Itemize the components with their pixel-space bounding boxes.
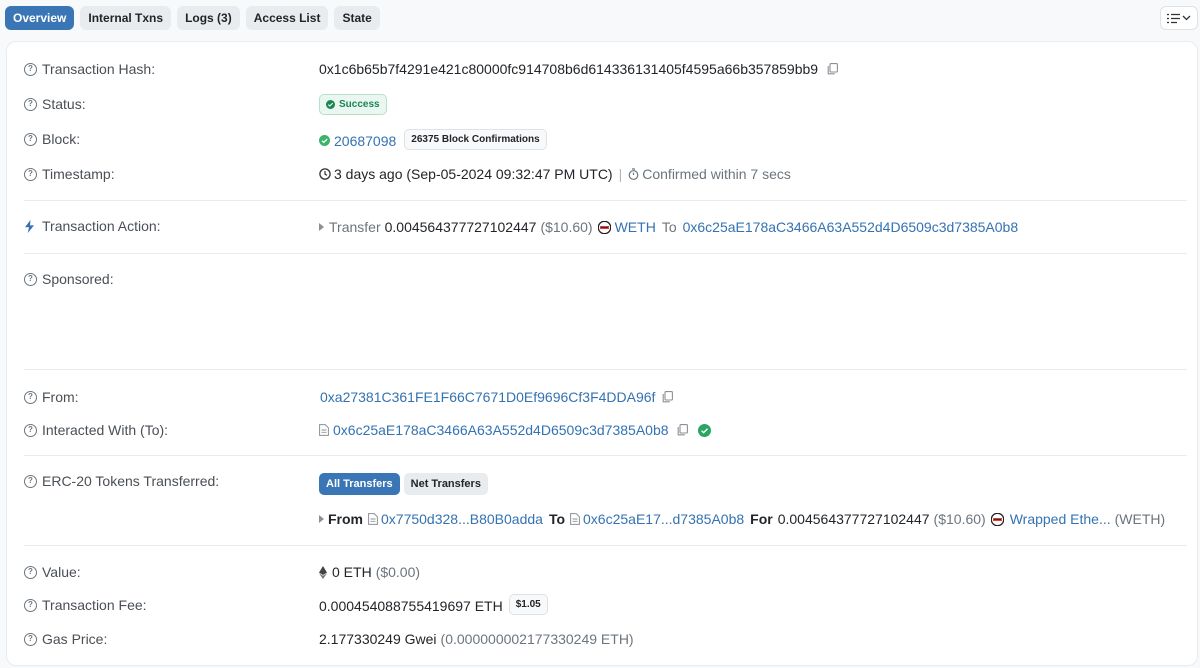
interacted-address-link[interactable]: 0x6c25aE178aC3466A63A552d4D6509c3d7385A0… (333, 422, 669, 438)
gas-amount: 2.177330249 Gwei (319, 631, 437, 647)
list-settings-icon (1167, 13, 1180, 24)
tab-logs[interactable]: Logs (3) (177, 6, 240, 30)
confirmed-within-text: Confirmed within 7 secs (642, 166, 791, 182)
status-text: Success (339, 99, 380, 110)
from-address-link[interactable]: 0xa27381C361FE1F66C7671D0Ef9696Cf3F4DDA9… (320, 389, 655, 405)
tab-net-transfers[interactable]: Net Transfers (403, 473, 488, 495)
divider (24, 200, 1187, 201)
block-number-link[interactable]: 20687098 (334, 133, 396, 149)
action-usd: ($10.60) (540, 219, 593, 235)
tx-hash-value: 0x1c6b65b7f4291e421c80000fc914708b6d6143… (319, 61, 819, 77)
erc20-from-address-link[interactable]: 0x7750d328...B80B0adda (381, 511, 543, 527)
tab-internal-txns[interactable]: Internal Txns (80, 6, 172, 30)
status-badge: Success (319, 94, 387, 115)
divider (24, 369, 1187, 370)
contract-file-icon (319, 424, 329, 436)
gas-label: Gas Price: (42, 631, 108, 647)
help-icon[interactable]: ? (24, 167, 37, 181)
divider (24, 455, 1187, 456)
weth-token-icon (990, 512, 1004, 526)
help-icon[interactable]: ? (24, 62, 37, 76)
block-label: Block: (42, 131, 81, 147)
fee-label: Transaction Fee: (42, 597, 147, 613)
tx-hash-label: Transaction Hash: (42, 61, 156, 77)
erc20-usd: ($10.60) (933, 511, 986, 527)
tab-state[interactable]: State (334, 6, 380, 30)
tab-bar: Overview Internal Txns Logs (3) Access L… (5, 6, 380, 30)
timestamp-label: Timestamp: (42, 166, 115, 182)
timestamp-divider: | (618, 166, 623, 182)
clock-icon (319, 168, 331, 180)
erc20-token-link[interactable]: Wrapped Ethe... (1010, 511, 1111, 527)
help-icon[interactable]: ? (24, 565, 37, 579)
contract-file-icon (570, 513, 580, 525)
stopwatch-icon (628, 168, 639, 180)
divider (24, 545, 1187, 546)
copy-icon[interactable] (827, 63, 839, 75)
verified-check-icon (697, 423, 711, 437)
check-circle-icon (319, 135, 330, 146)
view-options-button[interactable] (1160, 6, 1198, 30)
fee-amount: 0.000454088755419697 ETH (319, 598, 503, 614)
caret-right-icon (319, 515, 324, 523)
value-amount: 0 ETH (332, 564, 372, 580)
check-circle-icon (326, 100, 335, 109)
help-icon[interactable]: ? (24, 632, 37, 646)
help-icon[interactable]: ? (24, 390, 37, 404)
sponsored-label: Sponsored: (42, 271, 114, 287)
erc20-amount: 0.004564377727102447 (777, 511, 930, 527)
erc20-label: ERC-20 Tokens Transferred: (42, 473, 220, 489)
action-amount: 0.004564377727102447 (384, 219, 537, 235)
tab-overview[interactable]: Overview (5, 6, 75, 30)
status-label: Status: (42, 96, 86, 112)
help-icon[interactable]: ? (24, 97, 37, 111)
interacted-label: Interacted With (To): (42, 422, 169, 438)
weth-token-icon (597, 220, 611, 234)
chevron-down-icon (1182, 15, 1191, 21)
help-icon[interactable]: ? (24, 474, 37, 488)
tab-access-list[interactable]: Access List (245, 6, 329, 30)
value-label: Value: (42, 564, 81, 580)
erc20-to-address-link[interactable]: 0x6c25aE17...d7385A0b8 (583, 511, 744, 527)
copy-icon[interactable] (662, 391, 674, 403)
action-verb: Transfer (329, 219, 381, 235)
erc20-for-word: For (750, 511, 773, 527)
action-to-address-link[interactable]: 0x6c25aE178aC3466A63A552d4D6509c3d7385A0… (683, 219, 1019, 235)
block-confirmations-badge: 26375 Block Confirmations (404, 129, 547, 150)
lightning-icon (24, 219, 35, 233)
contract-file-icon (368, 513, 378, 525)
help-icon[interactable]: ? (24, 132, 37, 146)
from-label: From: (42, 389, 79, 405)
transaction-action-label: Transaction Action: (42, 218, 161, 234)
value-usd: ($0.00) (375, 564, 421, 580)
action-token-link[interactable]: WETH (615, 219, 656, 235)
help-icon[interactable]: ? (24, 272, 37, 286)
transaction-details-card: ? Transaction Hash: 0x1c6b65b7f4291e421c8… (6, 41, 1198, 666)
action-to-word: To (661, 219, 677, 235)
erc20-token-symbol: (WETH) (1114, 511, 1166, 527)
fee-usd-badge: $1.05 (508, 594, 548, 615)
erc20-to-word: To (548, 511, 566, 527)
copy-icon[interactable] (677, 424, 688, 436)
erc20-from-word: From (328, 511, 363, 527)
tab-all-transfers[interactable]: All Transfers (319, 473, 400, 495)
gas-eth: (0.000000002177330249 ETH) (440, 631, 634, 647)
caret-right-icon (319, 223, 324, 231)
help-icon[interactable]: ? (24, 598, 37, 612)
timestamp-value: 3 days ago (Sep-05-2024 09:32:47 PM UTC) (334, 166, 613, 182)
ethereum-icon (319, 565, 327, 579)
divider (24, 253, 1187, 254)
help-icon[interactable]: ? (24, 423, 37, 437)
